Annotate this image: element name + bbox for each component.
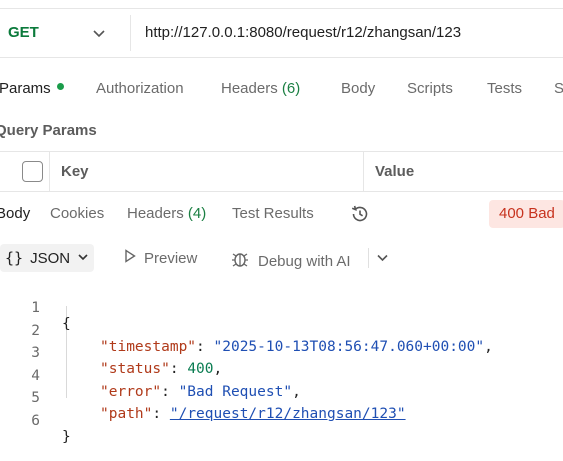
tab-headers-label: Headers	[221, 80, 278, 97]
history-icon[interactable]	[349, 203, 371, 229]
chevron-down-icon	[77, 250, 89, 267]
tab-headers-count: (6)	[281, 80, 301, 97]
tab-params-label: Params	[0, 80, 51, 97]
code-line: 4 "error": "Bad Request",	[0, 352, 563, 400]
method-select[interactable]: GET	[8, 24, 39, 41]
column-value-header: Value	[375, 163, 415, 180]
column-key-header: Key	[61, 163, 89, 180]
query-params-table: Key Value	[0, 151, 563, 192]
request-url-bar: GET http://127.0.0.1:8080/request/r12/zh…	[0, 8, 563, 58]
tab-response-headers[interactable]: Headers (4)	[127, 205, 206, 222]
preview-button[interactable]: Preview	[124, 249, 197, 267]
code-line: 3 "status": 400,	[0, 329, 563, 377]
tab-scripts[interactable]: Scripts	[407, 80, 453, 97]
preview-label: Preview	[144, 249, 198, 267]
tab-test-results[interactable]: Test Results	[232, 205, 314, 222]
code-line: 1 {	[0, 284, 563, 332]
tab-cookies[interactable]: Cookies	[50, 205, 104, 222]
tab-response-headers-count: (4)	[187, 205, 207, 222]
code-line: 2 "timestamp": "2025-10-13T08:56:47.060+…	[0, 307, 563, 355]
tab-authorization[interactable]: Authorization	[96, 80, 184, 97]
url-divider	[130, 15, 131, 51]
response-tabs: Body Cookies Headers (4) Test Results 40…	[0, 200, 563, 230]
debug-with-ai-button[interactable]: Debug with AI	[230, 249, 351, 273]
tab-body[interactable]: Body	[341, 80, 375, 97]
play-icon	[124, 249, 136, 267]
url-input[interactable]: http://127.0.0.1:8080/request/r12/zhangs…	[145, 24, 461, 41]
tab-tests[interactable]: Tests	[487, 80, 522, 97]
tab-headers[interactable]: Headers (6)	[221, 80, 300, 97]
table-divider	[363, 152, 364, 191]
bug-ai-icon	[230, 249, 250, 273]
braces-icon: {}	[5, 249, 24, 267]
response-toolbar: {} JSON Preview Debug with AI	[0, 244, 563, 272]
debug-label: Debug with AI	[258, 252, 351, 270]
toolbar-divider	[368, 248, 369, 268]
debug-options-chevron-down-icon[interactable]	[376, 251, 389, 264]
tab-response-body[interactable]: Body	[0, 205, 30, 222]
query-params-title: Query Params	[0, 122, 97, 139]
line-number: 6	[31, 412, 40, 429]
code-line: 6 }	[0, 397, 563, 445]
table-divider	[49, 152, 50, 191]
tab-params[interactable]: Params	[0, 80, 64, 97]
request-tabs: Params Authorization Headers (6) Body Sc…	[0, 80, 563, 102]
tab-response-headers-label: Headers	[127, 205, 184, 222]
format-label: JSON	[30, 249, 71, 267]
chevron-down-icon[interactable]	[92, 26, 106, 44]
close-brace: }	[62, 428, 71, 445]
code-line: 5 "path": "/request/r12/zhangsan/123"	[0, 374, 563, 422]
format-select[interactable]: {} JSON	[0, 244, 95, 272]
tab-settings-partial[interactable]: S	[554, 80, 563, 97]
select-all-checkbox[interactable]	[22, 161, 43, 182]
params-active-dot-icon	[56, 83, 64, 90]
status-badge: 400 Bad	[489, 200, 563, 228]
